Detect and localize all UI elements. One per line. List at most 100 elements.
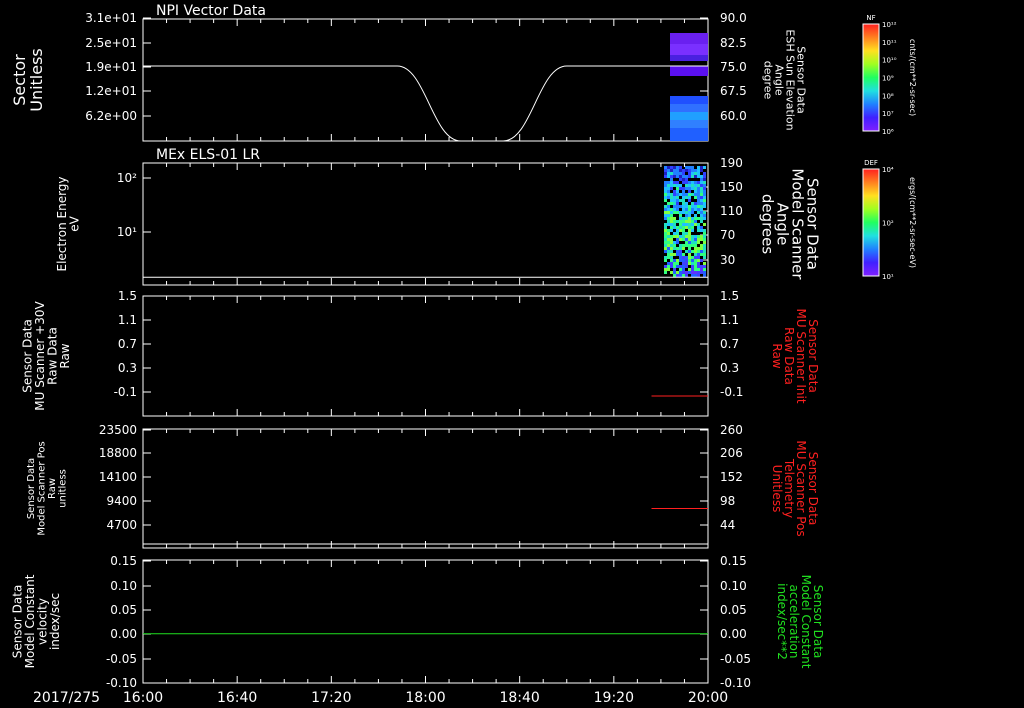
spectrogram-cell — [673, 208, 676, 211]
spectrogram-cell — [673, 205, 676, 208]
spectrogram-cell — [685, 223, 688, 226]
right-tick-label: 0.10 — [720, 579, 747, 593]
spectrogram-cell — [694, 241, 697, 244]
right-axis-label-line: degrees — [758, 194, 776, 255]
spectrogram-cell — [676, 271, 679, 274]
spectrogram-cell — [679, 193, 682, 196]
spectrogram-cell — [700, 211, 703, 214]
spectrogram-cell — [676, 166, 679, 169]
spectrogram-cell — [676, 202, 679, 205]
spectrogram-cell — [682, 220, 685, 223]
spectrogram-cell — [685, 250, 688, 253]
right-axis-label-line: Unitless — [770, 465, 784, 513]
spectrogram-cell — [700, 217, 703, 220]
spectrogram-cell — [670, 96, 708, 104]
spectrogram-cell — [697, 238, 700, 241]
spectrogram-cell — [700, 175, 703, 178]
spectrogram-cell — [700, 265, 703, 268]
spectrogram-cell — [685, 274, 688, 277]
spectrogram-cell — [679, 250, 682, 253]
spectrogram-cell — [691, 274, 694, 277]
spectrogram-cell — [673, 241, 676, 244]
spectrogram-cell — [691, 226, 694, 229]
spectrogram-cell — [691, 187, 694, 190]
spectrogram-cell — [697, 196, 700, 199]
spectrogram-cell — [688, 172, 691, 175]
spectrogram-cell — [682, 226, 685, 229]
spectrogram-cell — [664, 184, 667, 187]
colorbar-tick-label: 10¹¹ — [882, 39, 897, 47]
spectrogram-cell — [676, 208, 679, 211]
spectrogram-cell — [688, 256, 691, 259]
spectrogram-cell — [673, 169, 676, 172]
spectrogram-cell — [679, 229, 682, 232]
spectrogram-cell — [703, 232, 706, 235]
y-axis-label-line: Sensor Data — [26, 458, 37, 519]
spectrogram-cell — [685, 184, 688, 187]
spectrogram-cell — [703, 235, 706, 238]
spectrogram-cell — [703, 253, 706, 256]
spectrogram-cell — [670, 202, 673, 205]
spectrogram-cell — [676, 187, 679, 190]
spectrogram-cell — [685, 178, 688, 181]
spectrogram-cell — [664, 268, 667, 271]
spectrogram-cell — [664, 238, 667, 241]
right-tick-label: 70 — [720, 228, 735, 242]
spectrogram-cell — [682, 217, 685, 220]
spectrogram-cell — [667, 196, 670, 199]
spectrogram-cell — [667, 211, 670, 214]
spectrogram-cell — [667, 208, 670, 211]
spectrogram-cell — [694, 259, 697, 262]
right-tick-label: 82.5 — [720, 36, 747, 50]
spectrogram-cell — [664, 193, 667, 196]
spectrogram-cell — [670, 262, 673, 265]
spectrogram-cell — [673, 199, 676, 202]
y-tick-label: 0.3 — [118, 361, 137, 375]
spectrogram-cell — [664, 175, 667, 178]
spectrogram-cell — [682, 235, 685, 238]
spectrogram-cell — [670, 271, 673, 274]
spectrogram-cell — [703, 241, 706, 244]
spectrogram-cell — [676, 172, 679, 175]
spectrogram-cell — [691, 259, 694, 262]
spectrogram-cell — [694, 223, 697, 226]
spectrogram-cell — [679, 175, 682, 178]
spectrogram-cell — [691, 175, 694, 178]
spectrogram-cell — [703, 274, 706, 277]
time-tick-label: 20:00 — [688, 690, 728, 706]
spectrogram-cell — [700, 229, 703, 232]
colorbar-label: NF — [866, 14, 875, 22]
spectrogram-cell — [688, 259, 691, 262]
time-tick-label: 19:20 — [594, 690, 634, 706]
spectrogram-cell — [685, 262, 688, 265]
spectrogram-cell — [676, 199, 679, 202]
spectrogram-cell — [679, 268, 682, 271]
spectrogram-cell — [664, 226, 667, 229]
spectrogram-cell — [697, 190, 700, 193]
y-axis-label-line: Unitless — [27, 48, 46, 112]
right-tick-label: 1.1 — [720, 313, 739, 327]
spectrogram-cell — [682, 196, 685, 199]
spectrogram-cell — [700, 208, 703, 211]
spectrogram-cell — [664, 172, 667, 175]
spectrogram-cell — [697, 193, 700, 196]
spectrogram-cell — [679, 199, 682, 202]
spectrogram-cell — [691, 271, 694, 274]
spectrogram-cell — [667, 232, 670, 235]
spectrogram-cell — [673, 259, 676, 262]
right-tick-label: 150 — [720, 180, 743, 194]
spectrogram-cell — [697, 181, 700, 184]
spectrogram-cell — [691, 172, 694, 175]
right-tick-label: 60.0 — [720, 109, 747, 123]
spectrogram-cell — [697, 271, 700, 274]
spectrogram-cell — [703, 247, 706, 250]
spectrogram-cell — [685, 169, 688, 172]
spectrogram-cell — [664, 196, 667, 199]
spectrogram-cell — [688, 238, 691, 241]
spectrogram-cell — [667, 265, 670, 268]
spectrogram-cell — [694, 217, 697, 220]
spectrogram-cell — [700, 190, 703, 193]
spectrogram-cell — [670, 235, 673, 238]
spectrogram-cell — [697, 211, 700, 214]
spectrogram-cell — [688, 268, 691, 271]
